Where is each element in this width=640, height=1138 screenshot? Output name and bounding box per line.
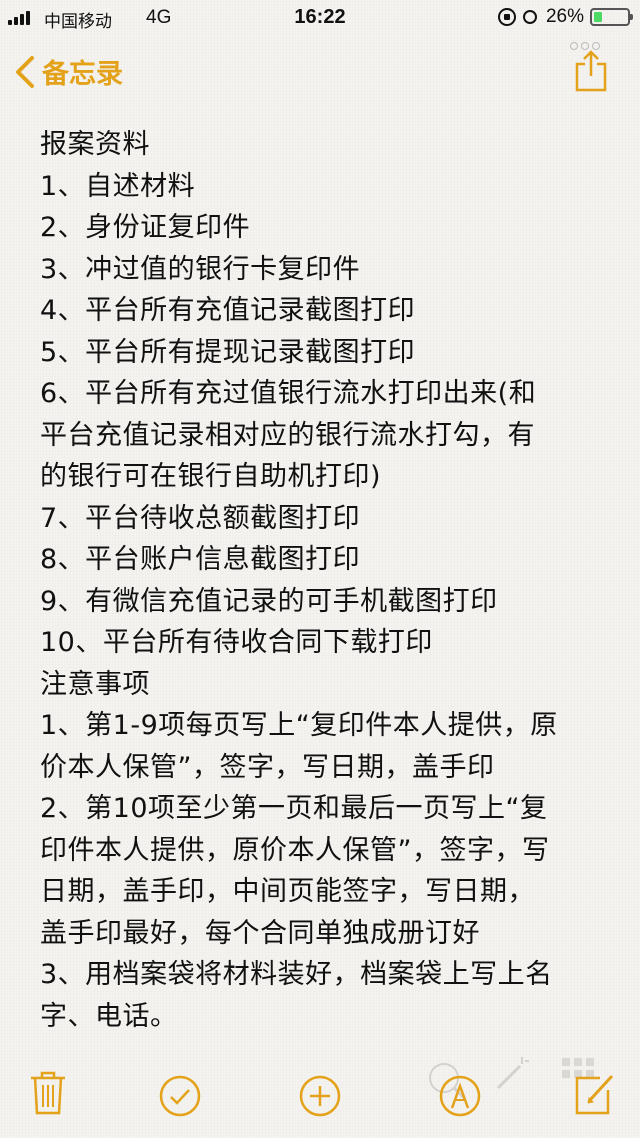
note-line: 3、用档案袋将材料装好，档案袋上写上名 <box>40 959 553 990</box>
compose-button[interactable] <box>574 1070 616 1120</box>
note-line: 报案资料 <box>40 129 150 160</box>
note-line: 6、平台所有充过值银行流水打印出来(和 <box>40 378 537 409</box>
compose-icon <box>575 1074 614 1115</box>
battery-icon <box>590 8 633 26</box>
note-line: 盖手印最好，每个合同单独成册订好 <box>40 917 480 949</box>
note-line: 日期，盖手印，中间页能签字，写日期， <box>40 876 535 907</box>
battery-percent: 26% <box>545 6 584 27</box>
note-line: 4、平台所有充值记录截图打印 <box>40 295 416 326</box>
delete-button[interactable] <box>28 1070 68 1120</box>
more-dots-icon <box>570 42 600 50</box>
note-line: 注意事项 <box>40 668 150 700</box>
note-line: 9、有微信充值记录的可手机截图打印 <box>40 585 498 617</box>
magic-wand-watermark-icon <box>492 1054 532 1098</box>
checkmark-icon <box>159 1075 201 1117</box>
note-line: 1、第1-9项每页写上“复印件本人提供，原 <box>40 710 558 741</box>
status-right: 26% <box>497 6 633 28</box>
note-line: 1、自述材料 <box>40 170 196 202</box>
add-button[interactable] <box>298 1074 342 1122</box>
battery-fill <box>594 12 603 22</box>
markup-button[interactable] <box>438 1074 482 1122</box>
note-line: 2、第10项至少第一页和最后一页写上“复 <box>40 793 548 824</box>
back-button[interactable]: 备忘录 <box>14 52 123 91</box>
markup-icon <box>439 1075 481 1117</box>
note-line: 价本人保管”，签字，写日期，盖手印 <box>40 751 495 783</box>
add-icon <box>299 1075 341 1117</box>
note-line: 的银行可在银行自助机打印) <box>40 461 382 492</box>
note-line: 8、平台账户信息截图打印 <box>40 544 361 575</box>
share-button[interactable] <box>574 50 608 96</box>
trash-icon <box>31 1071 65 1115</box>
share-icon <box>575 50 607 92</box>
note-line: 字、电话。 <box>40 1000 178 1032</box>
chevron-left-icon <box>16 55 34 88</box>
rotation-lock-icon <box>497 8 516 26</box>
bottom-toolbar <box>0 1057 640 1130</box>
note-line: 3、冲过值的银行卡复印件 <box>40 253 361 285</box>
note-line: 印件本人提供，原价本人保管”，签字，写 <box>40 834 550 866</box>
note-line: 7、平台待收总额截图打印 <box>40 502 361 534</box>
alarm-icon <box>522 8 540 26</box>
checklist-button[interactable] <box>158 1074 202 1122</box>
back-label: 备忘录 <box>42 59 123 90</box>
note-body[interactable]: 报案资料 1、自述材料 2、身份证复印件 3、冲过值的银行卡复印件 4、平台所有充值记录… <box>40 124 610 1037</box>
note-line: 2、身份证复印件 <box>40 212 251 243</box>
note-line: 5、平台所有提现记录截图打印 <box>40 336 416 368</box>
status-bar: 中国移动 4G 16:22 26% <box>0 0 640 36</box>
note-line: 10、平台所有待收合同下载打印 <box>40 627 433 658</box>
note-line: 平台充值记录相对应的银行流水打勾，有 <box>40 419 535 451</box>
